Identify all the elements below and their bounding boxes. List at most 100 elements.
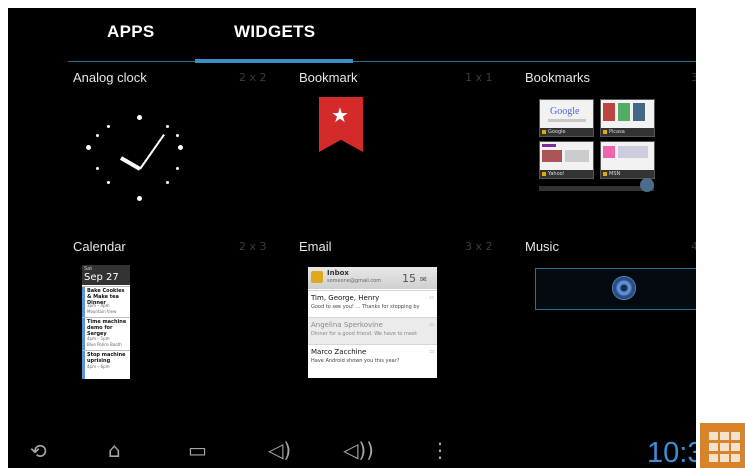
calendar-event-bar <box>82 318 85 350</box>
widgets-drawer: APPS WIDGETS Analog clock 2 x 2 Bookmark… <box>8 8 696 468</box>
email-from: Tim, George, Henry <box>311 294 380 302</box>
bookmark-thumb-label: Yahoo! <box>540 170 593 178</box>
google-logo-icon: Google <box>550 106 580 117</box>
bookmark-thumb-label: Google <box>540 128 593 136</box>
grid-cell <box>720 443 729 451</box>
widget-size-bookmark: 1 x 1 <box>465 71 493 84</box>
tab-divider <box>68 61 696 62</box>
calendar-event: Time machine demo for Sergey 4pm – 5pm B… <box>82 317 130 350</box>
speaker-icon <box>612 276 636 300</box>
widget-size-bookmarks: 3 <box>691 71 696 84</box>
widget-size-music: 4 <box>691 240 696 253</box>
calendar-event-place: Blue Police Booth <box>87 342 122 347</box>
thumb-strip <box>542 144 556 147</box>
thumb-strip <box>565 150 589 162</box>
widget-title-calendar[interactable]: Calendar <box>73 239 126 254</box>
bookmark-thumb-yahoo[interactable]: Yahoo! <box>539 141 594 179</box>
menu-icon[interactable]: ⋮ <box>430 440 450 460</box>
thumb-photo <box>603 146 615 158</box>
email-subject: Have Android shown you this year? <box>311 358 400 364</box>
widget-title-email[interactable]: Email <box>299 239 332 254</box>
analog-clock-preview[interactable] <box>80 115 190 210</box>
thumb-photo <box>603 103 615 121</box>
clock-dot <box>137 196 142 201</box>
clock-dot <box>96 167 99 170</box>
home-icon[interactable]: ⌂ <box>108 440 121 460</box>
thumb-photo <box>633 103 645 121</box>
calendar-event-time: 4pm – 5pm <box>87 336 110 341</box>
grid-cell <box>720 432 729 440</box>
grid-cell <box>720 454 729 462</box>
thumb-strip <box>618 146 648 158</box>
attachment-icon: ▭ <box>429 295 434 301</box>
grid-cell <box>731 432 740 440</box>
clock-dot <box>86 145 91 150</box>
widget-title-music[interactable]: Music <box>525 239 559 254</box>
apps-grid-icon[interactable] <box>700 423 745 468</box>
clock-dot <box>176 167 179 170</box>
calendar-event-bar <box>82 287 85 317</box>
bookmark-icon[interactable]: ★ <box>319 97 363 152</box>
recents-icon[interactable]: ▭ <box>188 440 207 460</box>
email-from: Angelina Sperkovine <box>311 321 383 329</box>
calendar-event-title: Time machine demo for Sergey <box>87 319 127 337</box>
clock-dot <box>178 145 183 150</box>
email-message: Angelina Sperkovine Dinner for a good fr… <box>308 317 437 344</box>
widget-title-bookmark[interactable]: Bookmark <box>299 70 358 85</box>
email-preview[interactable]: Inbox someone@gmail.com 15 ✉ Tim, George… <box>308 267 437 378</box>
attachment-icon: ▭ <box>429 349 434 355</box>
tab-widgets[interactable]: WIDGETS <box>234 22 315 42</box>
calendar-event-time: 3pm – 4pm <box>87 303 110 308</box>
email-subject: Good to see you! … Thanks for stopping b… <box>311 304 420 310</box>
email-unread-count: 15 <box>402 272 416 285</box>
volume-down-icon[interactable]: ◁) <box>268 440 291 460</box>
clock-dot <box>107 181 110 184</box>
widget-title-bookmarks[interactable]: Bookmarks <box>525 70 590 85</box>
thumb-photo <box>618 103 630 121</box>
grid-cell <box>709 443 718 451</box>
grid-cell <box>731 454 740 462</box>
widget-title-analog-clock[interactable]: Analog clock <box>73 70 147 85</box>
thumb-photo <box>542 150 562 162</box>
bookmark-thumb-label: MSN <box>601 170 654 178</box>
grid-cell <box>709 454 718 462</box>
calendar-event-time: 4pm – 6pm <box>87 364 110 369</box>
widget-size-calendar: 2 x 3 <box>239 240 267 253</box>
calendar-event-title: Stop machine uprising <box>87 352 126 364</box>
clock-dot <box>137 115 142 120</box>
widget-size-analog-clock: 2 x 2 <box>239 71 267 84</box>
attachment-icon: ▭ <box>429 322 434 328</box>
back-icon[interactable]: ⟲ <box>30 441 47 461</box>
thumb-strip <box>548 119 586 122</box>
grid-cell <box>731 443 740 451</box>
bookmarks-partial-row <box>539 186 654 191</box>
calendar-event-bar <box>82 351 85 379</box>
clock-dot <box>96 134 99 137</box>
grid-cell <box>709 432 718 440</box>
clock-minute-hand <box>139 134 165 170</box>
email-subject: Dinner for a good friend. We have to mee… <box>311 331 418 337</box>
bookmark-thumb-label: Picasa <box>601 128 654 136</box>
email-address: someone@gmail.com <box>327 278 382 284</box>
clock-dot <box>166 181 169 184</box>
tab-apps[interactable]: APPS <box>107 22 155 42</box>
email-from: Marco Zacchine <box>311 348 367 356</box>
calendar-event: Stop machine uprising 4pm – 6pm <box>82 350 130 379</box>
clock-dot <box>166 125 169 128</box>
widget-size-email: 3 x 2 <box>465 240 493 253</box>
calendar-event: Bake Cookies & Make tea Dinner 3pm – 4pm… <box>82 286 130 317</box>
volume-up-icon[interactable]: ◁)) <box>343 440 374 460</box>
bookmark-thumb-picasa[interactable]: Picasa <box>600 99 655 137</box>
bookmark-thumb-msn[interactable]: MSN <box>600 141 655 179</box>
bookmark-thumb-google[interactable]: Google Google <box>539 99 594 137</box>
star-icon: ★ <box>331 103 349 127</box>
clock-hour-hand <box>119 156 141 171</box>
calendar-preview[interactable]: Sat Sep 27 Bake Cookies & Make tea Dinne… <box>82 265 130 379</box>
clock-dot <box>107 125 110 128</box>
calendar-date: Sep 27 <box>84 272 119 283</box>
tab-selected-indicator <box>195 59 353 63</box>
clock-dot <box>176 134 179 137</box>
email-inbox-label: Inbox <box>327 269 349 277</box>
email-message: Marco Zacchine Have Android shown you th… <box>308 344 437 371</box>
compose-icon: ✉ <box>420 275 427 284</box>
